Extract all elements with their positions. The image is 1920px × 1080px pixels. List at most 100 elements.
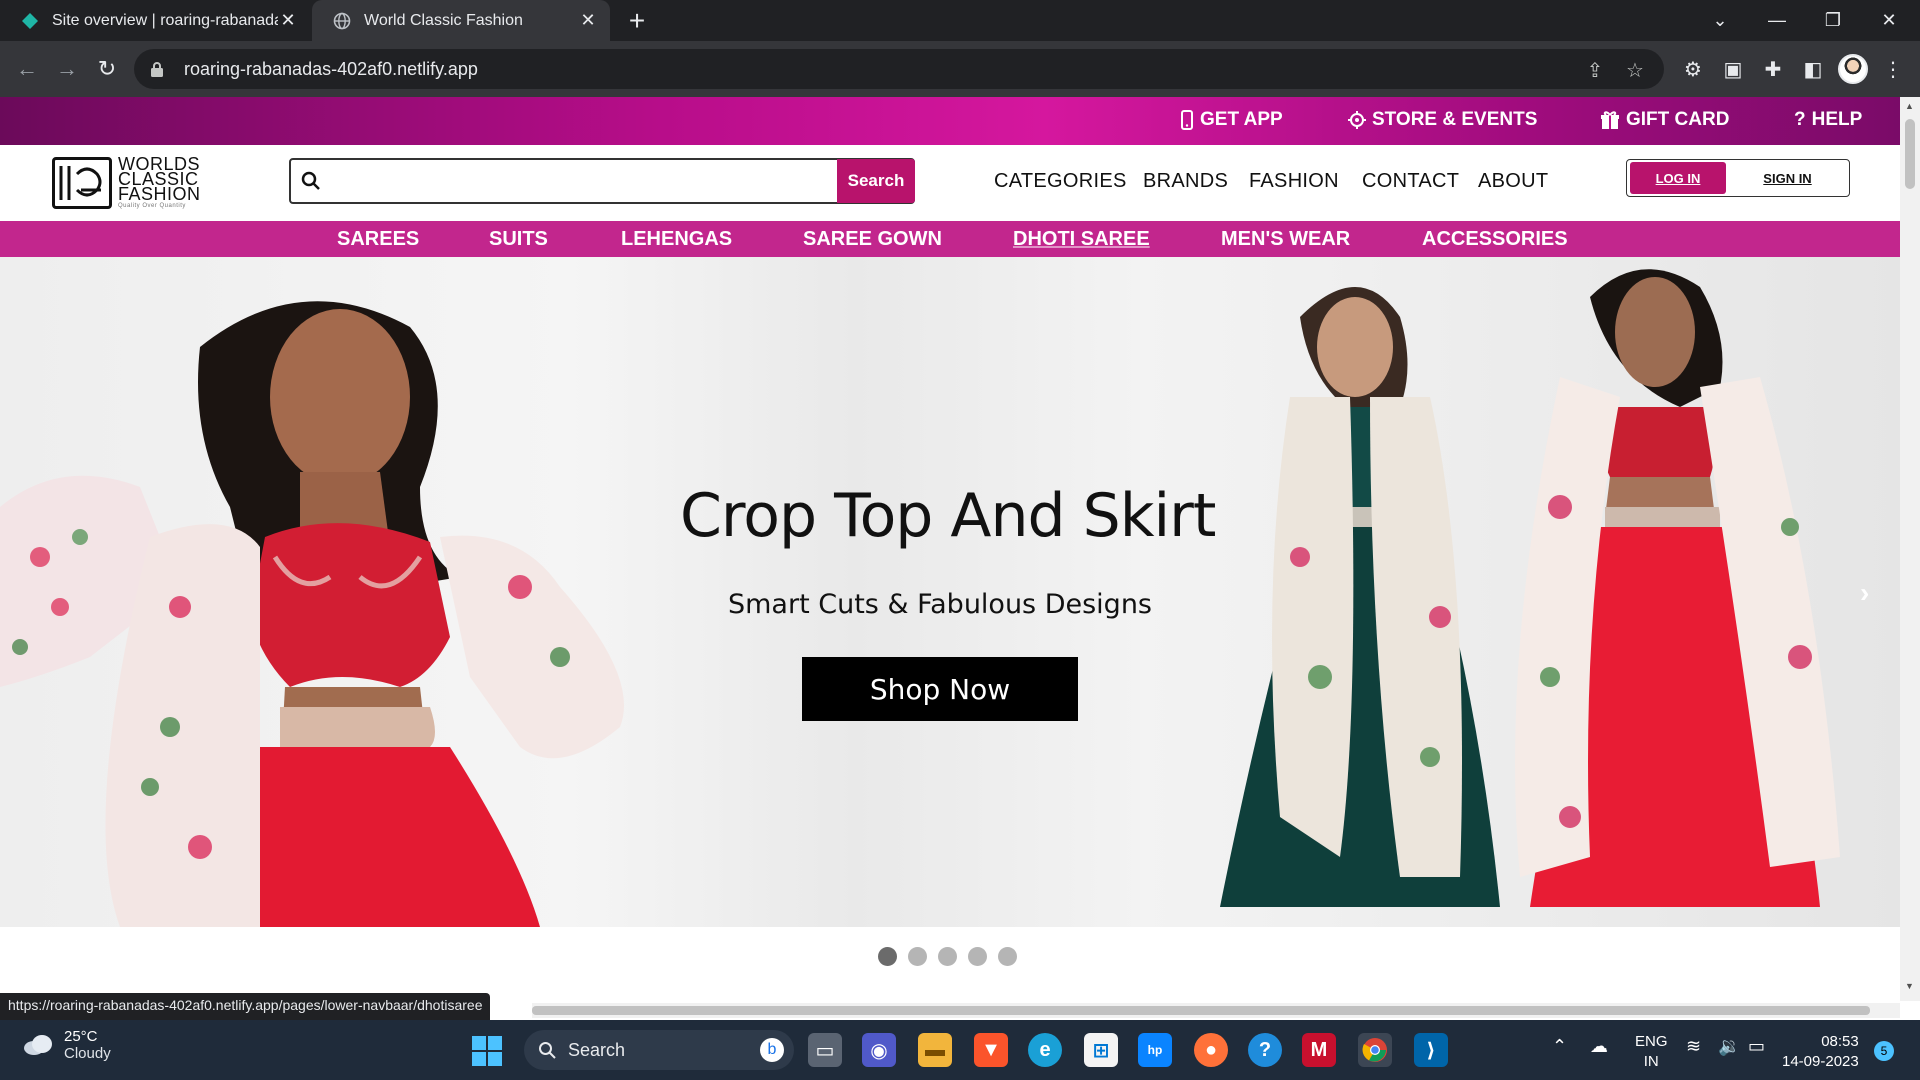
extension-gear-icon[interactable]: ⚙ (1680, 56, 1706, 82)
page-viewport: GET APP STORE & EVENTS GIFT CARD ? HELP … (0, 97, 1900, 1001)
brave-browser-icon[interactable]: ▼ (974, 1033, 1008, 1067)
carousel-dot-4[interactable] (968, 947, 987, 966)
carousel-next-arrow[interactable]: › (1860, 577, 1869, 609)
share-icon[interactable]: ⇪ (1584, 59, 1606, 82)
bing-icon[interactable]: b (760, 1038, 784, 1062)
help-app-icon[interactable]: ? (1248, 1033, 1282, 1067)
side-panel-icon[interactable]: ◧ (1800, 56, 1826, 82)
globe-icon (332, 11, 352, 31)
search-button[interactable]: Search (837, 159, 915, 203)
microsoft-store-icon[interactable]: ⊞ (1084, 1033, 1118, 1067)
restore-button[interactable]: ❐ (1808, 0, 1858, 41)
store-events-link[interactable]: STORE & EVENTS (1348, 109, 1537, 131)
shop-now-button[interactable]: Shop Now (802, 657, 1078, 721)
carousel-dot-1[interactable] (878, 947, 897, 966)
taskbar-search[interactable]: Search b (524, 1030, 794, 1070)
task-view-icon[interactable]: ▭ (808, 1033, 842, 1067)
hero-carousel: Crop Top And Skirt Smart Cuts & Fabulous… (0, 257, 1900, 927)
close-window-button[interactable]: ✕ (1864, 0, 1914, 41)
search-input[interactable] (331, 161, 837, 201)
hero-models-right-image (1220, 269, 1840, 907)
system-clock[interactable]: 08:53 14-09-2023 (1782, 1032, 1859, 1072)
carousel-dot-3[interactable] (938, 947, 957, 966)
category-accessories[interactable]: ACCESSORIES (1422, 228, 1568, 251)
taskbar-search-label: Search (568, 1039, 626, 1060)
category-bar: SAREES SUITS LEHENGAS SAREE GOWN DHOTI S… (0, 221, 1900, 257)
category-lehengas[interactable]: LEHENGAS (621, 228, 732, 251)
firefox-icon[interactable]: ● (1194, 1033, 1228, 1067)
scroll-down-arrow[interactable]: ▼ (1905, 981, 1914, 991)
scroll-thumb[interactable] (1905, 119, 1915, 189)
tab-world-classic-fashion[interactable]: World Classic Fashion ✕ (312, 0, 610, 41)
profile-avatar[interactable] (1838, 54, 1868, 84)
windows-taskbar: 25°C Cloudy Search b ▭ ◉ ▬ ▼ e ⊞ hp ● ? … (0, 1020, 1920, 1080)
onedrive-error-icon[interactable]: ☁ (1590, 1036, 1608, 1057)
hero-model-left-image (0, 301, 624, 927)
carousel-dot-2[interactable] (908, 947, 927, 966)
browser-toolbar: ← → ↻ roaring-rabanadas-402af0.netlify.a… (0, 41, 1920, 97)
gift-card-link[interactable]: GIFT CARD (1600, 109, 1729, 131)
weather-widget[interactable]: 25°C Cloudy (22, 1028, 111, 1062)
lock-icon[interactable] (150, 60, 168, 78)
windows-start-icon[interactable] (472, 1036, 502, 1066)
cloud-icon (24, 1035, 52, 1055)
show-hidden-icons-chevron[interactable]: ⌃ (1552, 1036, 1567, 1057)
nav-categories[interactable]: CATEGORIES (994, 170, 1127, 193)
help-label: HELP (1811, 109, 1863, 130)
vertical-scrollbar[interactable]: ▲ ▼ (1900, 97, 1920, 1001)
tab-search-icon[interactable]: ⌄ (1695, 0, 1745, 41)
store-events-label: STORE & EVENTS (1372, 109, 1538, 130)
url-text[interactable]: roaring-rabanadas-402af0.netlify.app (184, 59, 478, 80)
media-icon[interactable]: ▣ (1720, 56, 1746, 82)
weather-temperature: 25°C (64, 1028, 98, 1045)
gift-card-label: GIFT CARD (1626, 109, 1730, 130)
bookmark-star-icon[interactable]: ☆ (1624, 59, 1646, 82)
teams-chat-icon[interactable]: ◉ (862, 1033, 896, 1067)
category-dhoti-saree[interactable]: DHOTI SAREE (1013, 228, 1150, 251)
notification-badge[interactable]: 5 (1874, 1041, 1894, 1061)
site-logo[interactable]: WORLDS CLASSIC FASHION Quality Over Quan… (52, 155, 222, 211)
address-bar[interactable]: roaring-rabanadas-402af0.netlify.app ⇪ ☆ (134, 49, 1664, 89)
volume-icon[interactable]: 🔉 (1718, 1036, 1740, 1057)
mcafee-icon[interactable]: M (1302, 1033, 1336, 1067)
reload-icon[interactable]: ↻ (92, 54, 122, 84)
myhp-icon[interactable]: hp (1138, 1033, 1172, 1067)
back-arrow-icon[interactable]: ← (12, 54, 42, 84)
menu-kebab-icon[interactable]: ⋮ (1880, 56, 1906, 82)
minimize-button[interactable]: — (1752, 0, 1802, 41)
login-button[interactable]: LOG IN (1630, 162, 1726, 194)
link-status-bar: https://roaring-rabanadas-402af0.netlify… (0, 993, 491, 1020)
wifi-icon[interactable]: ≋ (1686, 1036, 1701, 1057)
category-saree-gown[interactable]: SAREE GOWN (803, 228, 942, 251)
horizontal-scroll-thumb[interactable] (532, 1006, 1870, 1015)
tab-site-overview[interactable]: Site overview | roaring-rabanadas ✕ (0, 0, 310, 41)
nav-contact[interactable]: CONTACT (1362, 170, 1459, 193)
language-indicator[interactable]: ENG IN (1635, 1032, 1668, 1072)
phone-icon (1181, 110, 1193, 130)
vscode-icon[interactable]: ⟩ (1414, 1033, 1448, 1067)
carousel-dot-5[interactable] (998, 947, 1017, 966)
extensions-puzzle-icon[interactable]: ✚ (1760, 56, 1786, 82)
category-mens-wear[interactable]: MEN'S WEAR (1221, 228, 1350, 251)
get-app-label: GET APP (1200, 109, 1283, 130)
horizontal-scrollbar[interactable] (532, 1003, 1900, 1018)
edge-browser-icon[interactable]: e (1028, 1033, 1062, 1067)
file-explorer-icon[interactable]: ▬ (918, 1033, 952, 1067)
category-sarees[interactable]: SAREES (337, 228, 419, 251)
signin-button[interactable]: SIGN IN (1726, 171, 1849, 186)
battery-icon[interactable]: ▭ (1748, 1036, 1765, 1057)
nav-about[interactable]: ABOUT (1478, 170, 1548, 193)
close-tab-icon[interactable]: ✕ (278, 10, 298, 31)
nav-brands[interactable]: BRANDS (1143, 170, 1228, 193)
forward-arrow-icon[interactable]: → (52, 54, 82, 84)
chrome-icon[interactable] (1358, 1033, 1392, 1067)
close-tab-icon[interactable]: ✕ (578, 10, 598, 31)
help-link[interactable]: ? HELP (1794, 109, 1862, 131)
logo-word-3: FASHION (118, 183, 201, 204)
question-icon: ? (1794, 109, 1806, 130)
nav-fashion[interactable]: FASHION (1249, 170, 1339, 193)
scroll-up-arrow[interactable]: ▲ (1905, 101, 1914, 111)
category-suits[interactable]: SUITS (489, 228, 548, 251)
get-app-link[interactable]: GET APP (1180, 109, 1283, 131)
new-tab-button[interactable]: + (622, 6, 652, 36)
